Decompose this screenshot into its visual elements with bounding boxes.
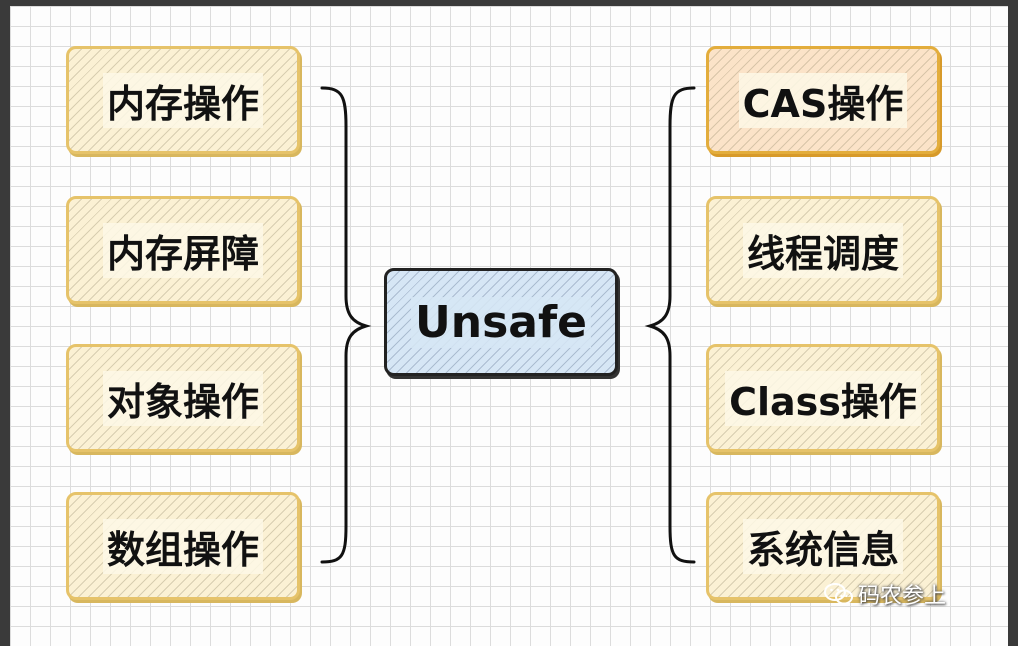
node-memory-barrier: 内存屏障 [66,196,300,304]
node-label: CAS操作 [738,72,908,128]
node-label: 系统信息 [742,518,903,574]
left-brace [320,86,372,564]
center-label: Unsafe [411,296,591,348]
node-label: 内存屏障 [102,222,263,278]
node-object-ops: 对象操作 [66,344,300,452]
node-label: Class操作 [725,370,921,426]
right-brace [644,86,696,564]
node-class-ops: Class操作 [706,344,940,452]
node-array-ops: 数组操作 [66,492,300,600]
node-label: 数组操作 [102,518,263,574]
node-memory-ops: 内存操作 [66,46,300,154]
watermark: 码农参上 [824,578,946,610]
node-label: 对象操作 [102,370,263,426]
wechat-icon [824,583,853,605]
node-label: 内存操作 [102,72,263,128]
diagram-canvas: 内存操作 内存屏障 对象操作 数组操作 Unsafe CAS操作 线程调度 Cl… [10,6,1008,646]
node-cas-ops: CAS操作 [706,46,940,154]
node-label: 线程调度 [742,222,903,278]
watermark-text: 码农参上 [858,584,947,609]
node-unsafe: Unsafe [384,268,618,376]
node-thread-scheduling: 线程调度 [706,196,940,304]
